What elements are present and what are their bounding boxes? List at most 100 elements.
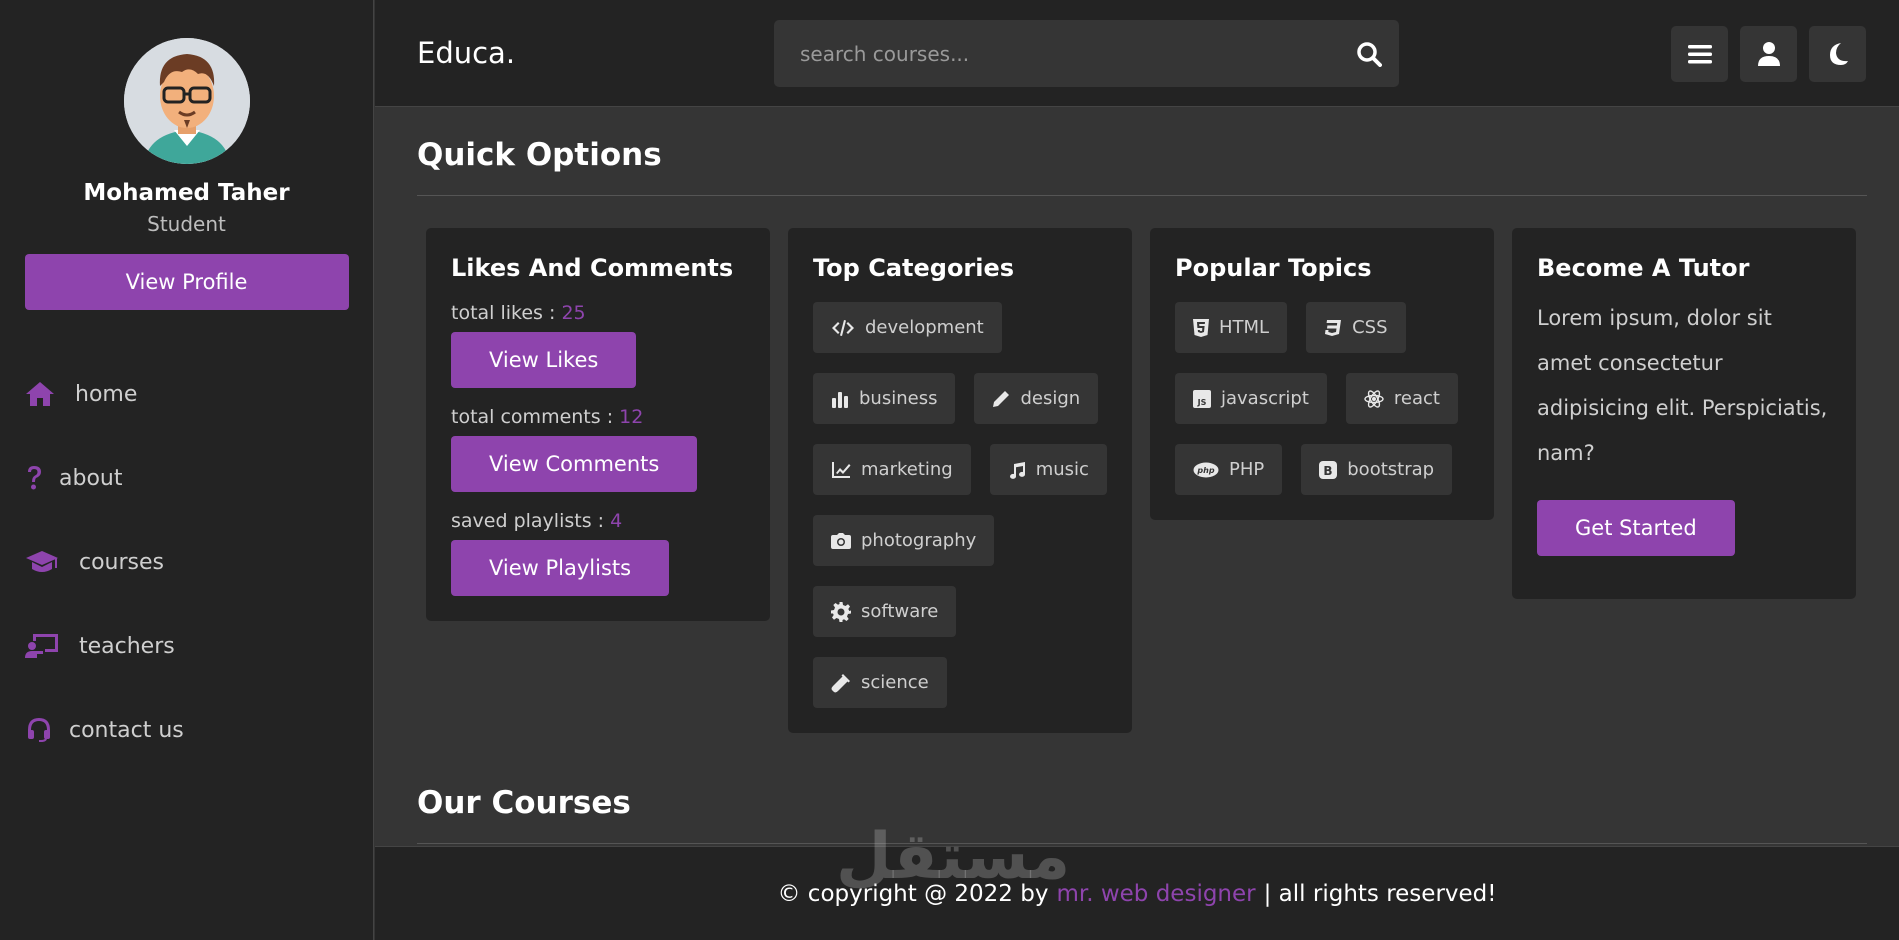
search-input[interactable] xyxy=(774,41,1339,66)
tag-react[interactable]: react xyxy=(1345,373,1458,424)
popular-topics-card: Popular Topics HTML CSS JS javascript re… xyxy=(1150,228,1494,520)
tag-label: science xyxy=(861,672,929,693)
header-actions xyxy=(1671,26,1866,82)
user-icon[interactable] xyxy=(1740,26,1797,82)
tag-design[interactable]: design xyxy=(974,373,1099,424)
stat-label: saved playlists : xyxy=(451,510,605,532)
sidebar-nav: home about courses teachers contact us xyxy=(0,352,373,772)
quick-options-cards: Likes And Comments total likes : 25 View… xyxy=(417,228,1867,733)
tag-label: CSS xyxy=(1352,317,1388,338)
sidebar-item-teachers[interactable]: teachers xyxy=(0,604,373,688)
moon-icon[interactable] xyxy=(1809,26,1866,82)
topic-tags: HTML CSS JS javascript react php PHP B b… xyxy=(1175,302,1469,495)
stat-label: total comments : xyxy=(451,406,614,428)
bootstrap-icon: B xyxy=(1319,460,1338,479)
sidebar-item-label: home xyxy=(75,381,138,407)
top-categories-card: Top Categories development business desi… xyxy=(788,228,1132,733)
tag-development[interactable]: development xyxy=(813,302,1002,353)
footer: © copyright @ 2022 by mr. web designer |… xyxy=(375,846,1899,940)
view-comments-button[interactable]: View Comments xyxy=(451,436,698,492)
tag-javascript[interactable]: JS javascript xyxy=(1175,373,1327,424)
tag-label: design xyxy=(1020,388,1081,409)
react-icon xyxy=(1364,389,1384,408)
search-icon[interactable] xyxy=(1339,24,1399,84)
svg-text:JS: JS xyxy=(1197,398,1207,407)
tag-label: marketing xyxy=(861,459,953,480)
tag-music[interactable]: music xyxy=(989,444,1107,495)
sidebar-item-label: teachers xyxy=(79,633,175,659)
likes-stat: total likes : 25 xyxy=(451,302,745,324)
teacher-icon xyxy=(25,631,59,661)
tag-bootstrap[interactable]: B bootstrap xyxy=(1301,444,1453,495)
tag-label: development xyxy=(865,317,984,338)
view-likes-button[interactable]: View Likes xyxy=(451,332,637,388)
tag-label: photography xyxy=(861,530,977,551)
menu-icon[interactable] xyxy=(1671,26,1728,82)
tag-html[interactable]: HTML xyxy=(1175,302,1288,353)
sidebar-item-about[interactable]: about xyxy=(0,436,373,520)
stat-label: total likes : xyxy=(451,302,556,324)
headset-icon xyxy=(25,715,53,745)
sidebar-item-contact[interactable]: contact us xyxy=(0,688,373,772)
tag-marketing[interactable]: marketing xyxy=(813,444,971,495)
playlists-stat: saved playlists : 4 xyxy=(451,510,745,532)
tag-label: javascript xyxy=(1221,388,1309,409)
bar-chart-icon xyxy=(832,391,848,408)
search-bar xyxy=(774,20,1399,87)
tag-label: react xyxy=(1393,388,1440,409)
get-started-button[interactable]: Get Started xyxy=(1537,500,1735,556)
camera-icon xyxy=(831,532,851,549)
author-link[interactable]: mr. web designer xyxy=(1056,881,1255,907)
line-chart-icon xyxy=(832,461,851,478)
graduation-cap-icon xyxy=(25,547,59,577)
sidebar-item-home[interactable]: home xyxy=(0,352,373,436)
sidebar-item-label: about xyxy=(59,465,123,491)
playlists-count: 4 xyxy=(610,510,623,532)
sidebar-item-courses[interactable]: courses xyxy=(0,520,373,604)
svg-text:B: B xyxy=(1324,464,1333,478)
divider xyxy=(417,195,1867,196)
music-icon xyxy=(1009,461,1025,479)
tag-label: music xyxy=(1035,459,1089,480)
question-icon xyxy=(25,463,43,493)
sidebar-item-label: courses xyxy=(79,549,165,575)
likes-comments-card: Likes And Comments total likes : 25 View… xyxy=(426,228,770,621)
svg-text:php: php xyxy=(1196,466,1214,475)
tag-label: PHP xyxy=(1229,459,1265,480)
javascript-icon: JS xyxy=(1193,389,1211,408)
tag-css[interactable]: CSS xyxy=(1306,302,1406,353)
top-header: Educa. xyxy=(375,0,1899,107)
css3-icon xyxy=(1325,319,1342,336)
rights-text: | all rights reserved! xyxy=(1263,880,1497,907)
tag-science[interactable]: science xyxy=(813,657,947,708)
profile: Mohamed Taher Student View Profile xyxy=(0,0,373,310)
card-title: Popular Topics xyxy=(1175,254,1372,282)
tag-business[interactable]: business xyxy=(813,373,956,424)
likes-count: 25 xyxy=(561,302,586,324)
tag-software[interactable]: software xyxy=(813,586,957,637)
tag-label: business xyxy=(859,388,938,409)
divider xyxy=(417,843,1867,844)
vial-icon xyxy=(831,673,850,692)
tag-php[interactable]: php PHP xyxy=(1175,444,1283,495)
sidebar-item-label: contact us xyxy=(69,717,184,743)
pencil-icon xyxy=(993,390,1010,407)
quick-options-title: Quick Options xyxy=(417,137,662,173)
card-title: Top Categories xyxy=(813,254,1015,282)
sidebar: Mohamed Taher Student View Profile home … xyxy=(0,0,374,940)
comments-count: 12 xyxy=(619,406,644,428)
avatar xyxy=(123,38,250,164)
view-profile-button[interactable]: View Profile xyxy=(24,254,349,310)
card-title: Become A Tutor xyxy=(1537,254,1750,282)
tag-photography[interactable]: photography xyxy=(813,515,995,566)
code-icon xyxy=(832,319,854,336)
profile-name: Mohamed Taher xyxy=(83,180,290,206)
card-title: Likes And Comments xyxy=(451,254,734,282)
our-courses-title: Our Courses xyxy=(417,785,631,821)
become-tutor-card: Become A Tutor Lorem ipsum, dolor sit am… xyxy=(1512,228,1856,599)
tag-label: HTML xyxy=(1219,317,1270,338)
logo[interactable]: Educa. xyxy=(417,36,515,70)
tag-label: software xyxy=(861,601,939,622)
view-playlists-button[interactable]: View Playlists xyxy=(451,540,670,596)
gear-icon xyxy=(831,601,851,622)
